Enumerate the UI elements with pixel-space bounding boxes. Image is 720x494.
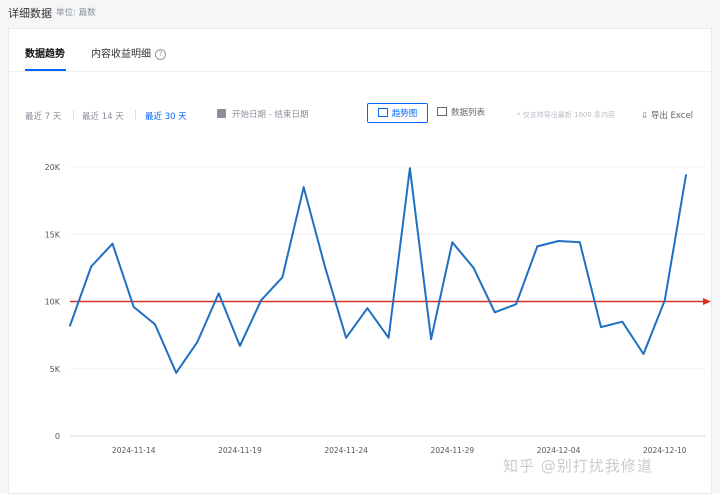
x-tick-label: 2024-11-24 xyxy=(324,446,368,455)
watermark: 知乎 @别打扰我修道 xyxy=(503,457,653,475)
reference-line-arrow xyxy=(703,298,711,305)
data-list-icon xyxy=(437,107,447,116)
trend-chart: 0 5K 10K 15K 20K 2024-11-14 2024-11-19 2024-11-… xyxy=(45,163,711,455)
data-point xyxy=(600,326,602,328)
tab-data-trend[interactable]: 数据趋势 xyxy=(25,45,65,60)
data-point xyxy=(154,323,156,326)
download-icon: ⇩ xyxy=(641,111,651,121)
x-tick-label: 2024-12-10 xyxy=(643,446,687,455)
x-tick-label: 2024-12-04 xyxy=(537,446,581,455)
y-tick-label: 10K xyxy=(45,298,61,307)
calendar-icon xyxy=(217,109,226,118)
data-point xyxy=(132,305,135,308)
data-point xyxy=(387,336,390,339)
data-point xyxy=(111,242,114,245)
data-point xyxy=(642,353,645,355)
date-range-picker[interactable]: 开始日期 - 结束日期 xyxy=(217,108,309,120)
data-point xyxy=(663,299,666,302)
data-point xyxy=(196,340,199,343)
data-point xyxy=(621,320,624,323)
range-separator xyxy=(73,110,74,120)
tab-content-earnings-label: 内容收益明细 xyxy=(91,49,151,60)
data-point xyxy=(515,303,517,306)
data-point xyxy=(323,265,326,268)
y-tick-label: 15K xyxy=(45,230,61,239)
data-point xyxy=(408,167,411,170)
range-7-days-button[interactable]: 最近 7 天 xyxy=(25,110,61,122)
tabs-divider xyxy=(9,71,711,72)
data-list-view-button[interactable]: 数据列表 xyxy=(437,103,485,123)
export-excel-button[interactable]: ⇩ 导出 Excel xyxy=(641,109,693,121)
y-tick-label: 0 xyxy=(55,432,60,441)
detail-data-card: 数据趋势 内容收益明细? 最近 7 天 最近 14 天 最近 30 天 开始日期… xyxy=(8,28,712,494)
series-line xyxy=(69,167,687,374)
data-point xyxy=(281,276,284,279)
trend-chart-view-label: 趋势图 xyxy=(391,109,418,119)
x-tick-label: 2024-11-29 xyxy=(431,446,475,455)
y-tick-label: 5K xyxy=(50,365,61,374)
trend-chart-icon xyxy=(377,108,388,117)
data-point xyxy=(239,344,241,347)
data-point xyxy=(493,311,496,314)
data-point xyxy=(175,371,178,374)
start-date-label: 开始日期 xyxy=(232,110,267,120)
data-point xyxy=(260,299,263,302)
trend-chart-view-button[interactable]: 趋势图 xyxy=(367,103,428,123)
range-14-days-button[interactable]: 最近 14 天 xyxy=(82,110,124,122)
data-point xyxy=(451,241,454,244)
data-point xyxy=(69,324,71,327)
data-point xyxy=(430,338,433,341)
page-title: 详细数据 xyxy=(8,7,52,20)
range-30-days-button[interactable]: 最近 30 天 xyxy=(145,110,187,122)
data-point xyxy=(345,336,348,339)
data-point xyxy=(472,266,475,269)
data-point xyxy=(578,241,581,244)
data-point xyxy=(302,186,305,189)
x-tick-label: 2024-11-14 xyxy=(112,446,156,455)
x-tick-label: 2024-11-19 xyxy=(218,446,262,455)
data-point xyxy=(217,292,220,295)
data-point xyxy=(90,265,93,268)
data-point xyxy=(557,240,560,242)
date-separator: - xyxy=(268,110,272,120)
unit-label: 单位: 篇数 xyxy=(56,8,96,18)
end-date-label: 结束日期 xyxy=(274,110,309,120)
data-point xyxy=(685,174,687,176)
page-header: 详细数据 单位: 篇数 xyxy=(0,0,720,26)
range-separator xyxy=(135,110,136,120)
help-icon[interactable]: ? xyxy=(155,49,166,60)
data-list-view-label: 数据列表 xyxy=(451,108,486,118)
tab-content-earnings[interactable]: 内容收益明细? xyxy=(91,45,166,60)
data-point xyxy=(366,307,369,310)
export-excel-label: 导出 Excel xyxy=(650,111,694,121)
toolbar: 最近 7 天 最近 14 天 最近 30 天 开始日期 - 结束日期 趋势图 数… xyxy=(9,103,711,127)
data-point xyxy=(536,245,539,248)
y-tick-label: 20K xyxy=(45,163,61,172)
export-hint: * 仅支持导出最新 1000 条内容 xyxy=(517,111,615,119)
